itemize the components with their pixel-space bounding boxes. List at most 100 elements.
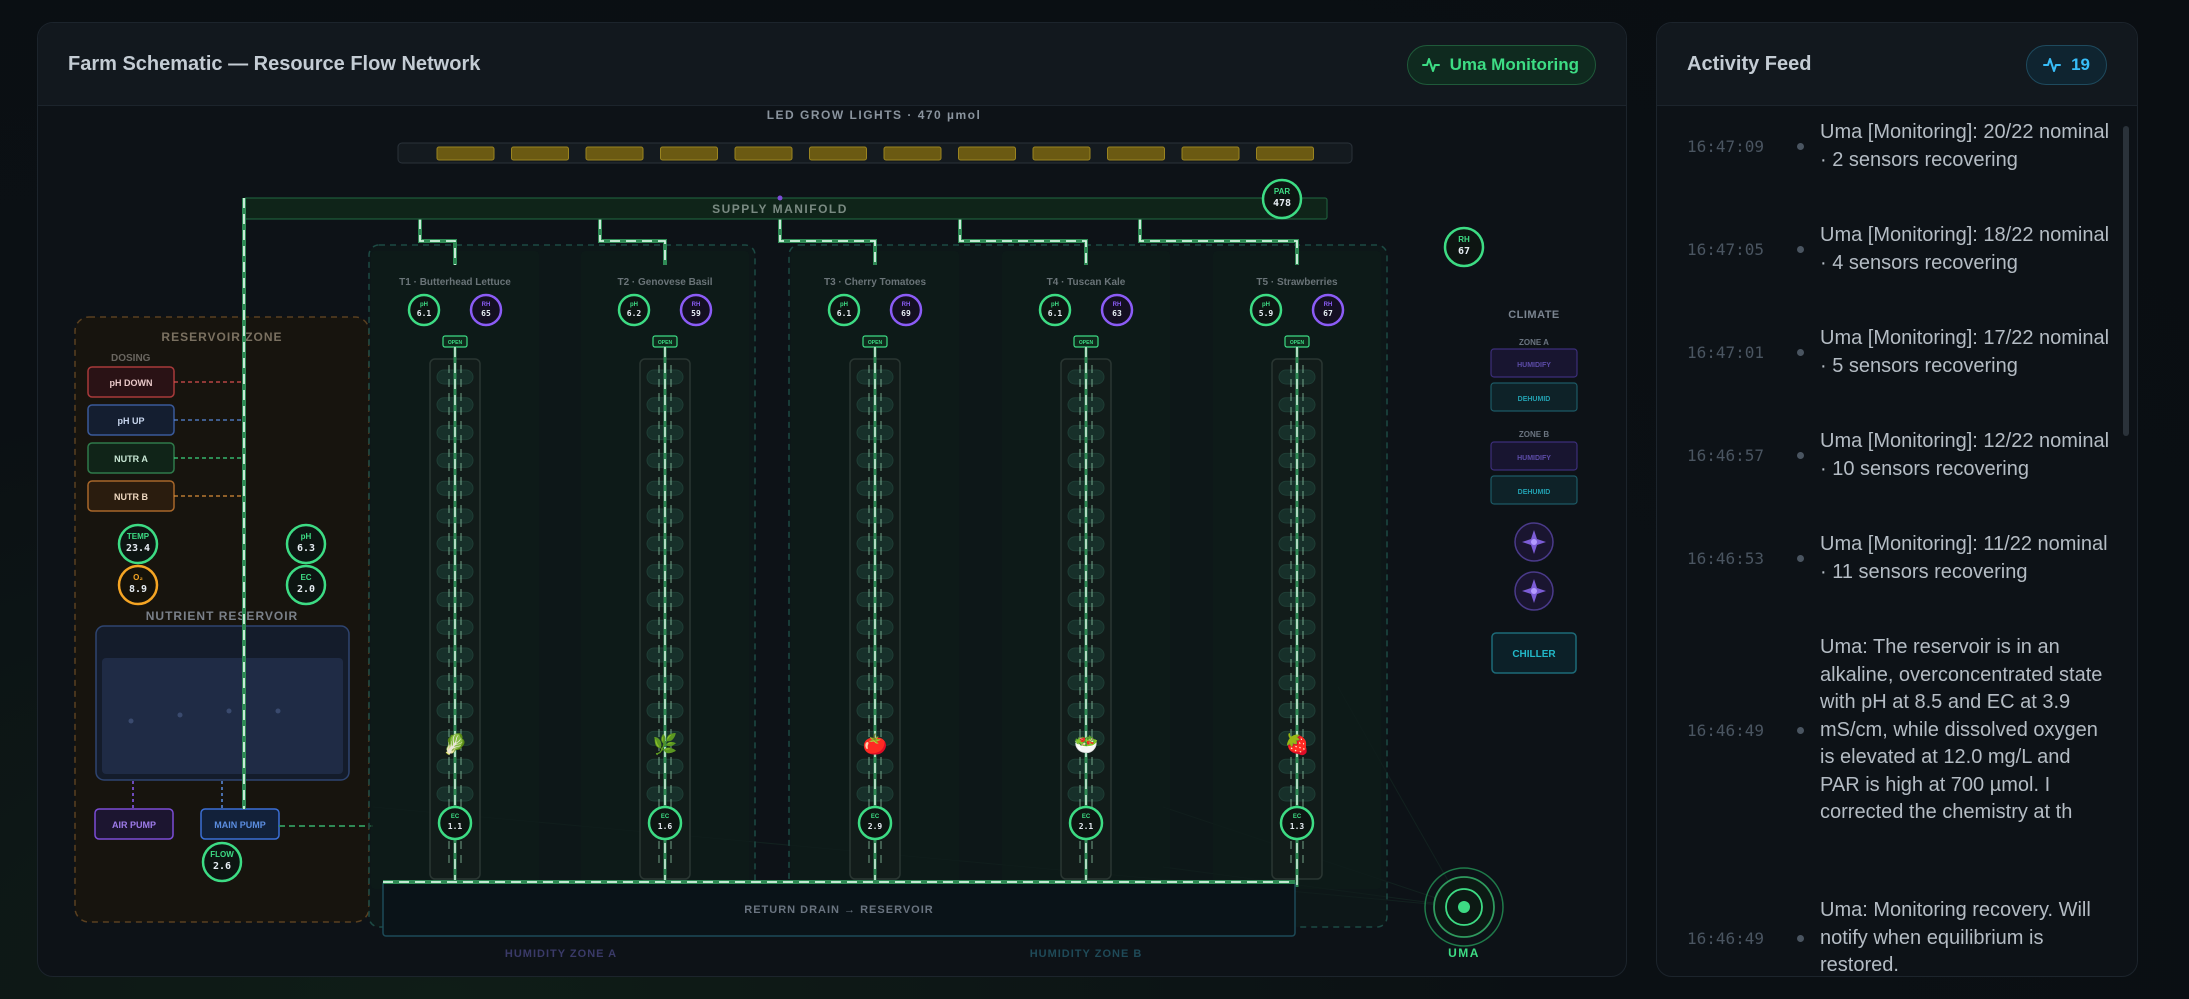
tower-5[interactable]: T5 · Strawberries pH5.9 RH67 OPEN 🍓 EC 1.3 (1213, 251, 1381, 889)
zone-a-humidify-button[interactable]: HUMIDIFY (1490, 348, 1578, 378)
reservoir-zone: RESERVOIR ZONE DOSING pH DOWN pH UP NUTR A… (74, 316, 373, 923)
tower-ec-sensor[interactable]: EC 2.1 (1068, 805, 1104, 841)
tower-valve[interactable]: OPEN (1073, 335, 1099, 348)
tomato-icon: 🍅 (863, 732, 888, 756)
feed-entry: 16:46:49 Uma: Monitoring recovery. Will … (1657, 897, 2117, 976)
feed-entry-time: 16:47:09 (1687, 137, 1765, 156)
flow-sensor[interactable]: FLOW 2.6 (201, 841, 243, 883)
zone-a-dehumid-button[interactable]: DEHUMID (1490, 382, 1578, 412)
tower-rh-sensor[interactable]: RH67 (1311, 293, 1345, 327)
activity-count-badge[interactable]: 19 (2026, 45, 2107, 85)
activity-feed-list[interactable]: 16:47:09 Uma [Monitoring]: 20/22 nominal… (1657, 107, 2137, 976)
reservoir-ph-sensor[interactable]: pH 6.3 (285, 523, 327, 565)
tower-valve[interactable]: OPEN (862, 335, 888, 348)
reservoir-ec-sensor[interactable]: EC 2.0 (285, 564, 327, 606)
reservoir-o2-sensor[interactable]: O₂ 8.9 (117, 564, 159, 606)
tower-ph-sensor[interactable]: pH6.1 (1038, 293, 1072, 327)
tower-name: T1 · Butterhead Lettuce (399, 277, 511, 288)
led-cell (809, 146, 867, 161)
tower-ec-sensor[interactable]: EC 2.9 (857, 805, 893, 841)
return-drain: RETURN DRAIN → RESERVOIR (382, 880, 1296, 937)
tower-rh-sensor[interactable]: RH65 (469, 293, 503, 327)
reservoir-zone-label: RESERVOIR ZONE (161, 330, 282, 344)
tower-rh-value: 65 (481, 309, 491, 318)
feed-entry-dot (1797, 143, 1804, 150)
tower-valve-label: OPEN (1290, 340, 1305, 346)
tower-rh-value: 63 (1112, 309, 1122, 318)
tower-ph-sensor[interactable]: pH5.9 (1249, 293, 1283, 327)
reservoir-temp-sensor[interactable]: TEMP 23.4 (117, 523, 159, 565)
tower-valve-label: OPEN (868, 340, 883, 346)
dosing-ph-down-button[interactable]: pH DOWN (87, 366, 175, 398)
tower-4[interactable]: T4 · Tuscan Kale pH6.1 RH63 OPEN 🥗 EC 2.1 (1002, 251, 1170, 889)
led-cell (1032, 146, 1091, 161)
tower-ec-label: EC (1082, 814, 1091, 820)
tower-rh-sensor[interactable]: RH69 (889, 293, 923, 327)
dosing-label: NUTR B (114, 492, 148, 502)
tower-valve[interactable]: OPEN (1284, 335, 1310, 348)
led-cell (585, 146, 644, 161)
tower-ec-sensor[interactable]: EC 1.6 (647, 805, 683, 841)
tower-valve[interactable]: OPEN (652, 335, 678, 348)
tower-2[interactable]: T2 · Genovese Basil pH6.2 RH59 OPEN 🌿 EC 1.6 (581, 251, 749, 889)
tower-ec-sensor[interactable]: EC 1.1 (437, 805, 473, 841)
uma-agent-node[interactable]: UMA (1424, 867, 1504, 960)
nutrient-reservoir-label: NUTRIENT RESERVOIR (146, 609, 298, 623)
par-label: PAR (1274, 187, 1291, 196)
feed-entry: 16:47:09 Uma [Monitoring]: 20/22 nominal… (1657, 119, 2117, 174)
ambient-rh-sensor[interactable]: RH 67 (1443, 226, 1485, 268)
nutrient-reservoir-tank[interactable] (95, 625, 350, 781)
zone-b-humidify-button[interactable]: HUMIDIFY (1490, 441, 1578, 471)
uma-status-label: Uma Monitoring (1449, 55, 1579, 74)
activity-feed-panel: Activity Feed 19 16:47:09 Uma [Monitorin… (1656, 22, 2138, 977)
feed-entry-message: Uma [Monitoring]: 11/22 nominal · 11 sen… (1820, 533, 2108, 583)
reservoir-ec-value: 2.0 (297, 584, 315, 595)
feed-entry-dot (1797, 349, 1804, 356)
chiller-button[interactable]: CHILLER (1491, 632, 1577, 674)
tower-name: T4 · Tuscan Kale (1047, 277, 1126, 288)
feed-entry-dot (1797, 246, 1804, 253)
feed-entry-message: Uma [Monitoring]: 18/22 nominal · 4 sens… (1820, 224, 2110, 274)
tower-3[interactable]: T3 · Cherry Tomatoes pH6.1 RH69 OPEN 🍅 EC 2.9 (791, 251, 959, 889)
schematic-header: Farm Schematic — Resource Flow Network U… (38, 23, 1626, 106)
feed-entry: 16:47:01 Uma [Monitoring]: 17/22 nominal… (1657, 325, 2117, 380)
zone-b-humidify-label: HUMIDIFY (1517, 455, 1551, 462)
fan-a-icon[interactable] (1514, 522, 1554, 562)
dosing-ph-up-button[interactable]: pH UP (87, 404, 175, 436)
temp-value: 23.4 (126, 543, 150, 554)
par-sensor[interactable]: PAR 478 (1261, 178, 1303, 220)
tower-ec-sensor[interactable]: EC 1.3 (1279, 805, 1315, 841)
par-value: 478 (1273, 198, 1291, 209)
led-grow-lights: LED GROW LIGHTS · 470 µmol (397, 108, 1353, 164)
feed-scrollbar[interactable] (2123, 126, 2129, 436)
tower-ec-label: EC (1293, 814, 1302, 820)
feed-entry: 16:46:49 Uma: The reservoir is in an alk… (1657, 634, 2117, 827)
tower-1[interactable]: T1 · Butterhead Lettuce pH6.1 RH65 OPEN 🥬 EC 1… (371, 251, 539, 889)
feed-entry-message: Uma [Monitoring]: 17/22 nominal · 5 sens… (1820, 327, 2110, 377)
activity-feed-title: Activity Feed (1687, 53, 1812, 75)
tower-ph-label: pH (1051, 302, 1059, 308)
tower-rh-value: 59 (691, 309, 701, 318)
tower-valve[interactable]: OPEN (442, 335, 468, 348)
uma-status-badge[interactable]: Uma Monitoring (1406, 45, 1596, 85)
tower-ph-label: pH (420, 302, 428, 308)
tower-ph-sensor[interactable]: pH6.2 (617, 293, 651, 327)
air-pump-button[interactable]: AIR PUMP (94, 808, 174, 840)
fan-b-icon[interactable] (1514, 571, 1554, 611)
humidity-zone-a-label: HUMIDITY ZONE A (505, 948, 617, 960)
zone-b-dehumid-button[interactable]: DEHUMID (1490, 475, 1578, 505)
dosing-nutr-a-button[interactable]: NUTR A (87, 442, 175, 474)
tower-rh-label: RH (1113, 302, 1122, 308)
feed-entry-message: Uma [Monitoring]: 12/22 nominal · 10 sen… (1820, 430, 2110, 480)
feed-entry-time: 16:46:49 (1687, 928, 1765, 948)
main-pump-button[interactable]: MAIN PUMP (200, 808, 280, 840)
tower-rh-sensor[interactable]: RH59 (679, 293, 713, 327)
tower-ph-sensor[interactable]: pH6.1 (827, 293, 861, 327)
feed-entry-message: Uma: The reservoir is in an alkaline, ov… (1820, 636, 2103, 823)
tower-ph-sensor[interactable]: pH6.1 (407, 293, 441, 327)
tower-ec-label: EC (451, 814, 460, 820)
dosing-nutr-b-button[interactable]: NUTR B (87, 480, 175, 512)
tower-rh-sensor[interactable]: RH63 (1100, 293, 1134, 327)
feed-entry-dot (1797, 726, 1804, 734)
ambient-rh-label: RH (1458, 235, 1470, 244)
